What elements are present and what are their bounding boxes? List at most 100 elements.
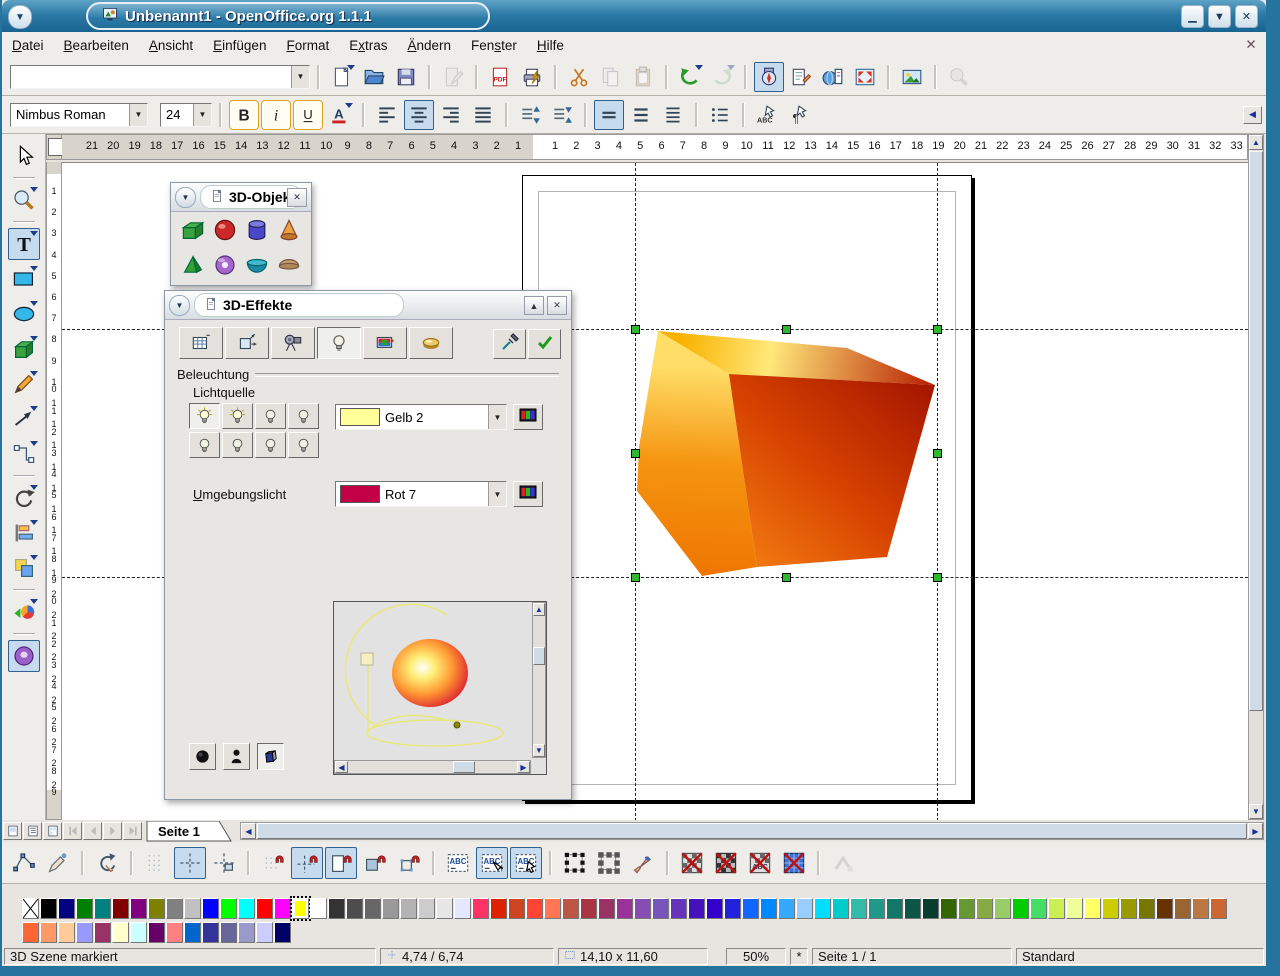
selection-handle[interactable]: [631, 573, 640, 582]
light-source-2-button[interactable]: [222, 403, 253, 429]
color-swatch[interactable]: [436, 898, 453, 919]
color-none-swatch[interactable]: [22, 898, 39, 919]
url-dropdown-button[interactable]: ▼: [291, 66, 309, 88]
menu-datei[interactable]: Datei: [2, 32, 54, 58]
align-justify-icon[interactable]: [468, 100, 498, 130]
color-swatch[interactable]: [562, 898, 579, 919]
snap-grid-icon[interactable]: [257, 847, 289, 879]
selection-handle[interactable]: [631, 325, 640, 334]
font-size-combobox[interactable]: 24 ▼: [160, 103, 212, 127]
color-swatch[interactable]: [796, 898, 813, 919]
color-swatch[interactable]: [904, 898, 921, 919]
light-color-dialog-button[interactable]: [513, 404, 543, 430]
align-center-icon[interactable]: [404, 100, 434, 130]
prev-page-icon[interactable]: [83, 822, 102, 840]
color-swatch[interactable]: [346, 898, 363, 919]
color-swatch[interactable]: [22, 922, 39, 943]
line-spacing-1-icon[interactable]: [594, 100, 624, 130]
select-arrow-icon[interactable]: [8, 140, 40, 172]
dialog-menu-button[interactable]: ▼: [169, 295, 190, 316]
light-source-3-button[interactable]: [255, 403, 286, 429]
color-swatch[interactable]: [148, 922, 165, 943]
tab-favorites[interactable]: [179, 327, 223, 359]
pipette-button[interactable]: [493, 329, 526, 359]
character-dialog-icon[interactable]: ABC: [752, 100, 782, 130]
close-button[interactable]: ✕: [1235, 5, 1258, 28]
print-icon[interactable]: [517, 62, 547, 92]
edit-file-icon[interactable]: [438, 62, 468, 92]
color-swatch[interactable]: [634, 898, 651, 919]
color-swatch[interactable]: [1210, 898, 1227, 919]
color-swatch[interactable]: [40, 898, 57, 919]
light-position-dot[interactable]: [454, 722, 460, 728]
search-icon[interactable]: [944, 62, 974, 92]
palette-close-icon[interactable]: ✕: [287, 188, 307, 207]
cube3d-icon[interactable]: [181, 218, 205, 247]
light-preview-panel[interactable]: ▲ ▼ ◀ ▶: [333, 601, 547, 775]
rotation-mode-icon[interactable]: [91, 847, 123, 879]
color-swatch[interactable]: [598, 898, 615, 919]
line-arrow-tool-icon[interactable]: [8, 403, 40, 435]
color-swatch[interactable]: [1048, 898, 1065, 919]
font-color-icon[interactable]: A: [325, 100, 355, 130]
exit-group-icon[interactable]: [827, 847, 859, 879]
color-swatch[interactable]: [130, 922, 147, 943]
double-click-text-icon[interactable]: ABC: [510, 847, 542, 879]
last-page-icon[interactable]: [123, 822, 142, 840]
palette-menu-button[interactable]: ▼: [175, 187, 196, 208]
color-swatch[interactable]: [1156, 898, 1173, 919]
dialog-rollup-icon[interactable]: ▲: [524, 296, 544, 315]
dialog-close-icon[interactable]: ✕: [547, 296, 567, 315]
spacing-decrease-icon[interactable]: [547, 100, 577, 130]
selection-handle[interactable]: [782, 325, 791, 334]
light-position-handle[interactable]: [361, 653, 373, 665]
color-swatch[interactable]: [364, 898, 381, 919]
align-left-icon[interactable]: [372, 100, 402, 130]
normal-view-icon[interactable]: [3, 822, 22, 840]
color-swatch[interactable]: [76, 922, 93, 943]
toolbar-scroll-left-button[interactable]: ◀: [1243, 106, 1262, 124]
color-swatch[interactable]: [1066, 898, 1083, 919]
color-swatch[interactable]: [760, 898, 777, 919]
color-swatch[interactable]: [1030, 898, 1047, 919]
bullets-icon[interactable]: [705, 100, 735, 130]
color-swatch[interactable]: [670, 898, 687, 919]
gallery-icon[interactable]: [818, 62, 848, 92]
menu-ndern[interactable]: Ändern: [398, 32, 462, 58]
menu-ansicht[interactable]: Ansicht: [139, 32, 203, 58]
color-swatch[interactable]: [508, 898, 525, 919]
selection-handle[interactable]: [933, 573, 942, 582]
color-swatch[interactable]: [454, 898, 471, 919]
page-number-field[interactable]: Seite 1 / 1: [812, 948, 1012, 965]
new-document-icon[interactable]: [327, 62, 357, 92]
zoom-page-icon[interactable]: [850, 62, 880, 92]
tabstop-selector[interactable]: [48, 138, 63, 156]
light-source-5-button[interactable]: [189, 432, 220, 458]
color-swatch[interactable]: [256, 898, 273, 919]
menu-bearbeiten[interactable]: Bearbeiten: [54, 32, 139, 58]
color-swatch[interactable]: [310, 898, 327, 919]
color-swatch[interactable]: [1174, 898, 1191, 919]
light-color-combobox[interactable]: Gelb 2 ▼: [335, 404, 507, 430]
color-swatch[interactable]: [976, 898, 993, 919]
color-swatch[interactable]: [1138, 898, 1155, 919]
shade-button[interactable]: ▼: [1208, 5, 1231, 28]
minimize-button[interactable]: ▁: [1181, 5, 1204, 28]
ambient-color-combobox[interactable]: Rot 7 ▼: [335, 481, 507, 507]
document-close-icon[interactable]: ✕: [1240, 34, 1262, 56]
line-contour-icon[interactable]: [778, 847, 810, 879]
torus3d-icon[interactable]: [213, 253, 237, 282]
stylist-icon[interactable]: [786, 62, 816, 92]
alignment-tool-icon[interactable]: [8, 517, 40, 549]
paragraph-dialog-icon[interactable]: ¶: [784, 100, 814, 130]
menu-extras[interactable]: Extras: [339, 32, 397, 58]
snap-points-icon[interactable]: [393, 847, 425, 879]
color-swatch[interactable]: [688, 898, 705, 919]
color-swatch[interactable]: [994, 898, 1011, 919]
edit-points-icon[interactable]: [8, 847, 40, 879]
navigator-icon[interactable]: [754, 62, 784, 92]
redo-icon[interactable]: [707, 62, 737, 92]
color-swatch[interactable]: [1120, 898, 1137, 919]
color-swatch[interactable]: [1084, 898, 1101, 919]
scroll-up-button[interactable]: ▲: [1249, 135, 1263, 150]
